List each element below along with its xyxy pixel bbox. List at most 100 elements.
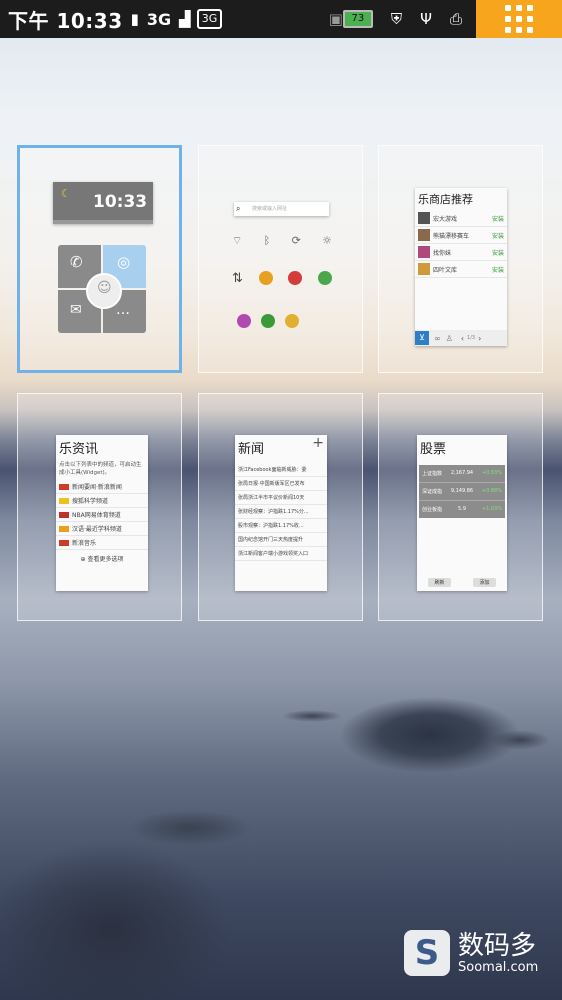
news-channel-title: 乐资讯 <box>59 442 99 457</box>
phone-icon: ✆ <box>70 253 83 271</box>
table-row[interactable]: 创业板指 5.9 +1.03% <box>419 501 505 518</box>
app-icon <box>418 212 430 224</box>
list-item[interactable]: 国内纪念馆开门三天热度提升 <box>235 533 327 547</box>
more-options-link[interactable]: ⊕ 查看更多选项 <box>56 550 148 563</box>
mail-icon: ✉ <box>70 302 82 318</box>
list-item[interactable]: 张财经观察：沪指跌1.17%分... <box>235 505 327 519</box>
app-icon-purple[interactable] <box>237 314 251 328</box>
app-row-1: ⇅ <box>232 271 332 286</box>
list-item[interactable]: 股市观察：沪指跌1.17%收... <box>235 519 327 533</box>
table-row[interactable]: 上证指数 2,167.94 +0.63% <box>419 465 505 483</box>
link-icon[interactable]: ∞ <box>434 334 441 343</box>
search-widget: ⌕ 搜索或输入网址 <box>234 202 329 216</box>
screen-thumbnail-5[interactable]: 新闻 + 浙江Facebook面临新威胁：委 张局日报·中国新版军区已发布 张局… <box>198 393 363 621</box>
list-item[interactable]: 搜狐科学频道 <box>56 494 148 508</box>
moon-icon: ☾ <box>61 187 71 200</box>
app-icon-yellow[interactable] <box>285 314 299 328</box>
app-store-widget: 乐商店推荐 宏大游戏 安装 熊猫漂移赛车 安装 找你妹 安装 四叶文库 安装 ⊻… <box>415 188 507 346</box>
channel-logo <box>59 525 69 532</box>
prev-icon[interactable]: ‹ <box>461 334 464 343</box>
news-widget: 新闻 + 浙江Facebook面临新威胁：委 张局日报·中国新版军区已发布 张局… <box>235 435 327 591</box>
list-item[interactable]: 浙江新闻客户端小游戏领奖入口 <box>235 547 327 561</box>
watermark: S 数码多 Soomal.com <box>404 930 538 976</box>
wifi-icon[interactable]: ⌔ <box>232 234 242 248</box>
app-icon <box>418 229 430 241</box>
stock-name: 上证指数 <box>422 471 443 477</box>
install-button[interactable]: 安装 <box>492 231 504 240</box>
install-button[interactable]: 安装 <box>492 248 504 257</box>
watermark-site: Soomal.com <box>458 959 539 975</box>
app-name: 四叶文库 <box>433 266 458 274</box>
list-item[interactable]: 四叶文库 安装 <box>415 261 507 278</box>
brightness-icon[interactable]: ☼ <box>322 234 332 248</box>
store-toolbar: ⊻ ∞ ♙ ‹ 1/3 › <box>415 330 507 346</box>
data-toggle-icon[interactable]: ⇅ <box>232 271 243 286</box>
channel-logo <box>59 511 69 518</box>
watermark-name: 数码多 <box>458 930 537 961</box>
list-item[interactable]: 汉语·最近学科频道 <box>56 522 148 536</box>
more-options-label: 查看更多选项 <box>87 556 124 563</box>
news-list: 浙江Facebook面临新威胁：委 张局日报·中国新版军区已发布 张局浙江半市平… <box>235 463 327 561</box>
watermark-logo: S <box>404 930 450 976</box>
app-icon <box>418 246 430 258</box>
install-button[interactable]: 安装 <box>492 214 504 223</box>
stock-price: 5.9 <box>457 506 466 512</box>
stock-change: +0.63% <box>481 470 502 476</box>
app-menu-button[interactable] <box>476 0 562 38</box>
app-icon-green[interactable] <box>317 271 332 285</box>
stock-widget: 股票 上证指数 2,167.94 +0.63% 深证成指 9,149.86 +0… <box>417 435 507 591</box>
grid-icon <box>505 5 533 33</box>
contact-avatar[interactable]: ☺ <box>86 273 122 309</box>
bluetooth-icon[interactable]: ᛒ <box>264 234 271 248</box>
app-row-2 <box>237 314 299 328</box>
add-stock-button[interactable]: 添加 <box>473 578 496 587</box>
list-item[interactable]: NBA网易体育频道 <box>56 508 148 522</box>
screen-thumbnail-2[interactable]: ⌕ 搜索或输入网址 ⌔ ᛒ ⟳ ☼ ⇅ <box>198 145 363 373</box>
rotate-icon[interactable]: ⟳ <box>292 234 301 248</box>
list-item[interactable]: 张局浙江半市平议价新闻10天 <box>235 491 327 505</box>
list-item[interactable]: 新闻要闻·新浪新闻 <box>56 480 148 494</box>
channel-name: NBA网易体育频道 <box>72 512 121 519</box>
screen-thumbnail-3[interactable]: 乐商店推荐 宏大游戏 安装 熊猫漂移赛车 安装 找你妹 安装 四叶文库 安装 ⊻… <box>378 145 543 373</box>
channel-name: 搜狐科学频道 <box>72 498 109 505</box>
cart-icon[interactable]: ⊻ <box>415 331 429 345</box>
list-item[interactable]: 熊猫漂移赛车 安装 <box>415 227 507 244</box>
add-icon[interactable]: + <box>312 435 324 451</box>
list-item[interactable]: 找你妹 安装 <box>415 244 507 261</box>
stock-change: +1.03% <box>481 506 502 512</box>
usb-icon: Ψ <box>420 10 432 28</box>
network-box-icon: 3G <box>196 9 223 29</box>
stock-price: 9,149.86 <box>450 488 474 494</box>
app-name: 宏大游戏 <box>433 215 458 223</box>
install-button[interactable]: 安装 <box>492 265 504 274</box>
signal-icon: ▟ <box>179 10 191 28</box>
channel-logo <box>59 497 69 504</box>
next-icon[interactable]: › <box>478 334 481 343</box>
list-item[interactable]: 浙江Facebook面临新威胁：委 <box>235 463 327 477</box>
list-item[interactable]: 新浪音乐 <box>56 536 148 550</box>
app-icon-green-2[interactable] <box>261 314 275 328</box>
battery-charging-icon: ▮ <box>130 10 139 28</box>
channel-logo <box>59 539 69 546</box>
refresh-button[interactable]: 刷新 <box>428 578 451 587</box>
chat-icon: … <box>116 302 130 318</box>
list-item[interactable]: 宏大游戏 安装 <box>415 210 507 227</box>
screen-thumbnail-1[interactable]: ☾ 10:33 ✆ ◎ ✉ … ☺ <box>17 145 182 373</box>
app-icon-orange[interactable] <box>258 271 273 285</box>
app-name: 熊猫漂移赛车 <box>433 232 470 240</box>
user-icon[interactable]: ♙ <box>446 334 453 343</box>
screen-thumbnail-6[interactable]: 股票 上证指数 2,167.94 +0.63% 深证成指 9,149.86 +0… <box>378 393 543 621</box>
stock-name: 创业板指 <box>422 507 443 513</box>
browser-icon: ◎ <box>117 253 131 271</box>
app-icon <box>418 263 430 275</box>
news-channel-intro: 点击以下列表中的频道，可启动生成小工具(Widget)。 <box>59 462 142 476</box>
stock-price: 2,167.94 <box>450 470 474 476</box>
clock-time: 10:33 <box>93 192 148 212</box>
table-row[interactable]: 深证成指 9,149.86 +0.88% <box>419 483 505 501</box>
search-placeholder: 搜索或输入网址 <box>252 206 288 212</box>
screen-thumbnail-4[interactable]: 乐资讯 点击以下列表中的频道，可启动生成小工具(Widget)。 新闻要闻·新浪… <box>17 393 182 621</box>
status-bar: 下午 10:33 ▮ 3G ▟ 3G ▣ 73 ⛨ Ψ ⎙ <box>0 0 562 38</box>
plus-circle-icon: ⊕ <box>80 556 86 563</box>
app-icon-red[interactable] <box>288 271 303 285</box>
list-item[interactable]: 张局日报·中国新版军区已发布 <box>235 477 327 491</box>
